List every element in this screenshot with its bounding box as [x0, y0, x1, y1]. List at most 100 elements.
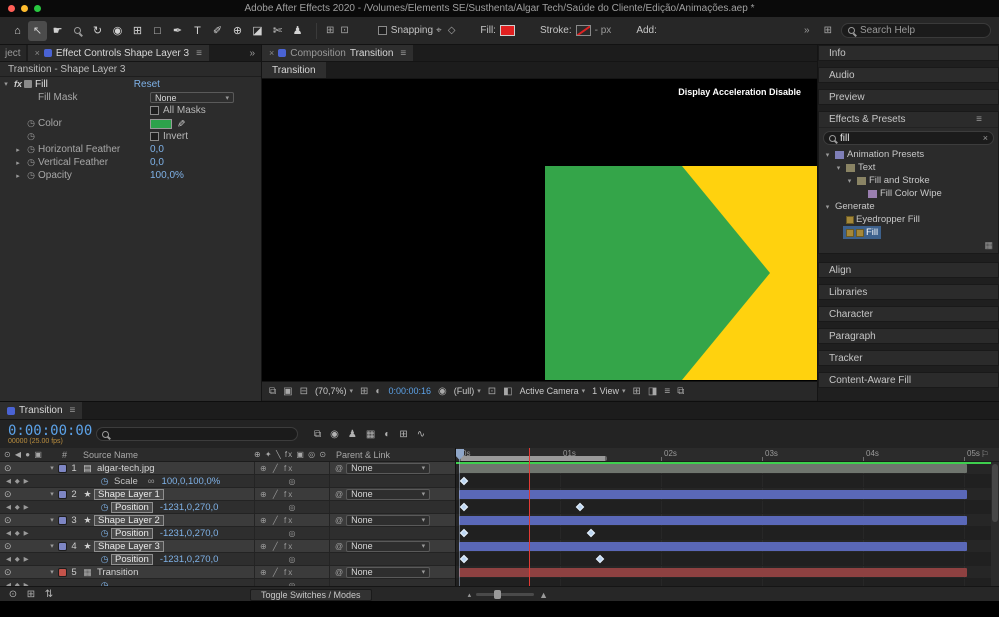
- frame-blending-icon[interactable]: ◐: [384, 429, 390, 440]
- property-stopwatch-icon[interactable]: ◷: [98, 502, 111, 513]
- snap-features-icon[interactable]: ⌖: [436, 25, 442, 36]
- keyframe-nav-icons[interactable]: ◀ ◆ ▶: [4, 555, 30, 563]
- tree-item[interactable]: Eyedropper Fill: [819, 213, 998, 226]
- viewer-tab-transition[interactable]: Transition: [262, 62, 326, 78]
- keyframe-icon[interactable]: [460, 529, 468, 537]
- primary-viewer-icon[interactable]: ▣: [283, 386, 292, 397]
- roto-brush-tool[interactable]: ✄: [268, 21, 287, 41]
- snapping-checkbox[interactable]: [378, 26, 387, 35]
- layer-label-swatch[interactable]: [58, 490, 67, 499]
- hide-shy-icon[interactable]: ▦: [366, 429, 375, 440]
- layer-expand-icon[interactable]: ▾: [46, 516, 58, 524]
- keyframe-nav-icons[interactable]: ◀ ◆ ▶: [4, 503, 30, 511]
- layer-name[interactable]: Shape Layer 2: [94, 515, 164, 526]
- keyframe-nav-icons[interactable]: ◀ ◆ ▶: [4, 581, 30, 586]
- layer-row[interactable]: ⊙▾4★Shape Layer 3⊕ ╱ fx@None▾: [0, 540, 455, 553]
- color-swatch[interactable]: [150, 119, 172, 129]
- keyframe-icon[interactable]: [587, 529, 595, 537]
- property-row[interactable]: ◀ ◆ ▶◷Scale∞100,0,100,0%◎: [0, 475, 455, 488]
- stopwatch-icon[interactable]: ◷: [24, 118, 38, 129]
- scrollbar-thumb[interactable]: [992, 464, 998, 522]
- property-value[interactable]: 100,0,100,0%: [162, 476, 221, 487]
- motion-blur-icon[interactable]: ⊞: [399, 429, 407, 440]
- tree-item[interactable]: ▾Text: [819, 161, 998, 174]
- panel-header-tracker[interactable]: Tracker: [818, 350, 999, 366]
- composition-viewport[interactable]: Display Acceleration Disable: [262, 79, 817, 381]
- zoom-slider-thumb[interactable]: [494, 590, 501, 599]
- tree-item[interactable]: ▾Fill and Stroke: [819, 174, 998, 187]
- layer-number-header[interactable]: #: [58, 450, 71, 460]
- keyframe-icon[interactable]: [596, 555, 604, 563]
- layer-expand-icon[interactable]: ▾: [46, 542, 58, 550]
- constrain-proportions-icon[interactable]: ∞: [148, 476, 155, 487]
- pick-whip-icon[interactable]: @: [335, 568, 343, 577]
- tab-timeline-transition[interactable]: Transition ≡: [0, 402, 82, 419]
- property-row[interactable]: ◀ ◆ ▶◷Position-1231,0,270,0◎: [0, 527, 455, 540]
- stopwatch-icon[interactable]: ◷: [24, 170, 38, 181]
- workspace-options-icon[interactable]: ⊡: [340, 25, 348, 36]
- property-stopwatch-icon[interactable]: ◷: [98, 476, 111, 487]
- tree-caret-icon[interactable]: ▾: [834, 164, 843, 172]
- property-value[interactable]: 0,0: [150, 144, 164, 155]
- grid-guides-icon[interactable]: ⊞: [360, 386, 368, 397]
- keyframe-icon[interactable]: [460, 503, 468, 511]
- mask-path-icon[interactable]: ◐: [375, 386, 381, 397]
- checkbox[interactable]: [150, 132, 159, 141]
- expand-inout-pane-icon[interactable]: ⇅: [42, 589, 56, 600]
- collapse-caret-icon[interactable]: ▾: [0, 80, 12, 88]
- property-value[interactable]: 0,0: [150, 157, 164, 168]
- stopwatch-icon[interactable]: ◷: [24, 144, 38, 155]
- stroke-width-value[interactable]: - px: [595, 25, 612, 36]
- property-name[interactable]: Position: [111, 554, 153, 565]
- comp-marker-bin-icon[interactable]: ⚐: [981, 449, 989, 460]
- pan-behind-tool[interactable]: ⊞: [128, 21, 147, 41]
- property-stopwatch-icon[interactable]: ◷: [98, 580, 111, 587]
- layer-label-swatch[interactable]: [58, 568, 67, 577]
- layer-duration-bar[interactable]: [459, 516, 967, 525]
- panel-menu-icon[interactable]: ≡: [970, 114, 988, 125]
- property-name[interactable]: Scale: [111, 476, 141, 487]
- workspace-switcher-icon[interactable]: ⊞: [824, 25, 832, 36]
- panel-header-info[interactable]: Info: [818, 45, 999, 61]
- panel-header-content-aware-fill[interactable]: Content-Aware Fill: [818, 372, 999, 388]
- source-name-header[interactable]: Source Name: [71, 450, 254, 460]
- panel-header-character[interactable]: Character: [818, 306, 999, 322]
- pick-whip-icon[interactable]: @: [335, 542, 343, 551]
- property-stopwatch-icon[interactable]: ◷: [98, 554, 111, 565]
- video-visibility-icon[interactable]: ⊙: [4, 463, 12, 474]
- panel-header-paragraph[interactable]: Paragraph: [818, 328, 999, 344]
- layer-name[interactable]: Shape Layer 1: [94, 489, 164, 500]
- layer-name[interactable]: Shape Layer 3: [94, 541, 164, 552]
- snapshot-icon[interactable]: ◉: [438, 386, 447, 397]
- layer-label-swatch[interactable]: [58, 464, 67, 473]
- layer-switches[interactable]: ⊕ ╱ fx: [254, 566, 330, 578]
- tab-project-partial[interactable]: ject: [0, 45, 26, 61]
- timeline-button-icon[interactable]: ≡: [664, 386, 670, 397]
- stopwatch-icon[interactable]: ◷: [24, 157, 38, 168]
- layer-label-swatch[interactable]: [58, 516, 67, 525]
- current-timecode[interactable]: 0:00:00:00: [8, 424, 92, 438]
- pick-whip-icon[interactable]: @: [335, 490, 343, 499]
- property-value[interactable]: -1231,0,270,0: [160, 528, 219, 539]
- panel-header-preview[interactable]: Preview: [818, 89, 999, 105]
- tl-ruler[interactable]: 0s01s02s03s04s05s⚐: [456, 448, 999, 462]
- layer-expand-icon[interactable]: ▾: [46, 568, 58, 576]
- minimize-window-button[interactable]: [21, 5, 28, 12]
- property-row[interactable]: ◀ ◆ ▶◷◎: [0, 579, 455, 586]
- layer-duration-bar[interactable]: [459, 568, 967, 577]
- channel-icon[interactable]: ⊟: [300, 386, 308, 397]
- property-row[interactable]: ◀ ◆ ▶◷Position-1231,0,270,0◎: [0, 501, 455, 514]
- zoom-slider[interactable]: [476, 593, 534, 596]
- layer-row[interactable]: ⊙▾2★Shape Layer 1⊕ ╱ fx@None▾: [0, 488, 455, 501]
- snap-edges-icon[interactable]: ◇: [448, 25, 456, 36]
- eraser-tool[interactable]: ◪: [248, 21, 267, 41]
- help-search-box[interactable]: Search Help: [841, 23, 991, 38]
- always-preview-icon[interactable]: ⧉: [269, 386, 276, 397]
- layer-switches[interactable]: ⊕ ╱ fx: [254, 462, 330, 474]
- stroke-swatch[interactable]: [576, 25, 591, 36]
- zoom-out-icon[interactable]: ▴: [468, 591, 472, 599]
- checkbox[interactable]: [150, 106, 159, 115]
- property-name[interactable]: Position: [111, 528, 153, 539]
- shape-tool[interactable]: □: [148, 21, 167, 41]
- parent-select[interactable]: None▾: [346, 541, 430, 552]
